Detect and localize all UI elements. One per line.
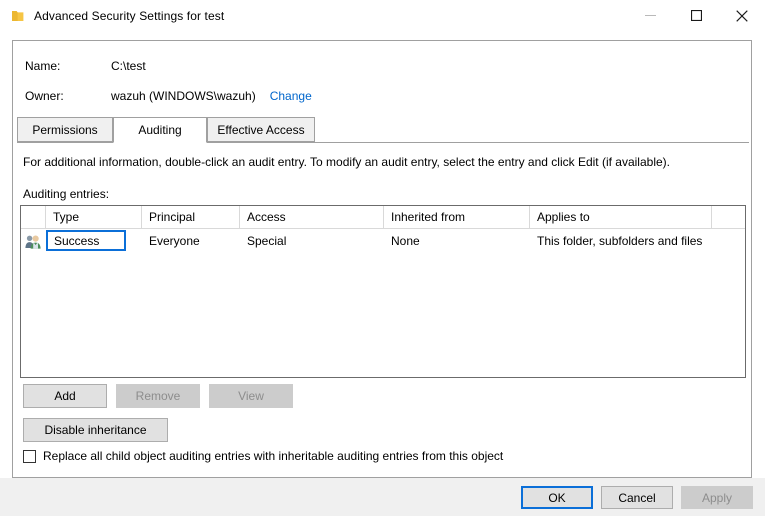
cell-access-label: Special xyxy=(247,234,286,248)
add-button[interactable]: Add xyxy=(23,384,107,408)
column-header-access-label: Access xyxy=(247,210,286,224)
cancel-button[interactable]: Cancel xyxy=(601,486,673,509)
info-text: For additional information, double-click… xyxy=(23,155,670,169)
owner-value: wazuh (WINDOWS\wazuh) xyxy=(111,89,256,103)
column-header-type[interactable]: Type xyxy=(46,206,142,228)
remove-button-label: Remove xyxy=(136,389,181,403)
tab-strip: Permissions Auditing Effective Access xyxy=(17,117,749,143)
tab-auditing[interactable]: Auditing xyxy=(113,117,207,143)
column-header-inherited-from-label: Inherited from xyxy=(391,210,465,224)
name-label: Name: xyxy=(25,59,111,73)
name-row: Name: C:\test xyxy=(25,59,146,73)
cell-applies-to-label: This folder, subfolders and files xyxy=(537,234,702,248)
cell-type[interactable]: Success xyxy=(46,229,142,253)
table-header-row: Type Principal Access Inherited from App… xyxy=(21,206,745,229)
replace-auditing-entries-row[interactable]: Replace all child object auditing entrie… xyxy=(23,449,503,463)
cell-type-label: Success xyxy=(46,234,99,248)
window-controls xyxy=(627,0,765,31)
maximize-button[interactable] xyxy=(673,0,719,31)
dialog-footer: OK Cancel Apply xyxy=(0,478,765,516)
column-header-access[interactable]: Access xyxy=(240,206,384,228)
close-button[interactable] xyxy=(719,0,765,31)
tab-effective-access-label: Effective Access xyxy=(217,123,304,137)
content-panel: Name: C:\test Owner: wazuh (WINDOWS\wazu… xyxy=(12,40,752,478)
cell-principal-label: Everyone xyxy=(149,234,200,248)
cell-inherited-from-label: None xyxy=(391,234,420,248)
replace-auditing-entries-checkbox[interactable] xyxy=(23,450,36,463)
users-icon xyxy=(21,229,46,253)
table-row[interactable]: Success Everyone Special None This folde… xyxy=(21,229,745,253)
cell-extra xyxy=(712,229,745,253)
owner-row: Owner: wazuh (WINDOWS\wazuh) Change xyxy=(25,89,312,103)
auditing-entries-list[interactable]: Type Principal Access Inherited from App… xyxy=(20,205,746,378)
add-button-label: Add xyxy=(54,389,75,403)
view-button-label: View xyxy=(238,389,264,403)
column-header-principal-label: Principal xyxy=(149,210,195,224)
auditing-entries-label: Auditing entries: xyxy=(23,187,109,201)
replace-auditing-entries-label: Replace all child object auditing entrie… xyxy=(43,449,503,463)
owner-label: Owner: xyxy=(25,89,111,103)
folder-icon xyxy=(10,8,26,24)
apply-button: Apply xyxy=(681,486,753,509)
title-bar: Advanced Security Settings for test xyxy=(0,0,765,31)
column-header-applies-to[interactable]: Applies to xyxy=(530,206,712,228)
remove-button: Remove xyxy=(116,384,200,408)
column-header-type-label: Type xyxy=(53,210,79,224)
minimize-button[interactable] xyxy=(627,0,673,31)
cell-access[interactable]: Special xyxy=(240,229,384,253)
cell-applies-to[interactable]: This folder, subfolders and files xyxy=(530,229,712,253)
column-header-principal[interactable]: Principal xyxy=(142,206,240,228)
column-header-icon[interactable] xyxy=(21,206,46,228)
apply-button-label: Apply xyxy=(702,491,732,505)
column-header-applies-to-label: Applies to xyxy=(537,210,590,224)
column-header-inherited-from[interactable]: Inherited from xyxy=(384,206,530,228)
ok-button[interactable]: OK xyxy=(521,486,593,509)
disable-inheritance-button[interactable]: Disable inheritance xyxy=(23,418,168,442)
cell-principal[interactable]: Everyone xyxy=(142,229,240,253)
change-owner-link[interactable]: Change xyxy=(270,89,312,103)
cancel-button-label: Cancel xyxy=(618,491,655,505)
tab-effective-access[interactable]: Effective Access xyxy=(207,117,315,142)
name-value: C:\test xyxy=(111,59,146,73)
cell-inherited-from[interactable]: None xyxy=(384,229,530,253)
column-header-extra[interactable] xyxy=(712,206,745,228)
disable-inheritance-button-label: Disable inheritance xyxy=(44,423,146,437)
tab-auditing-label: Auditing xyxy=(138,123,181,137)
tab-permissions[interactable]: Permissions xyxy=(17,117,113,142)
view-button: View xyxy=(209,384,293,408)
ok-button-label: OK xyxy=(548,491,565,505)
window-title: Advanced Security Settings for test xyxy=(34,9,224,23)
tab-permissions-label: Permissions xyxy=(32,123,97,137)
